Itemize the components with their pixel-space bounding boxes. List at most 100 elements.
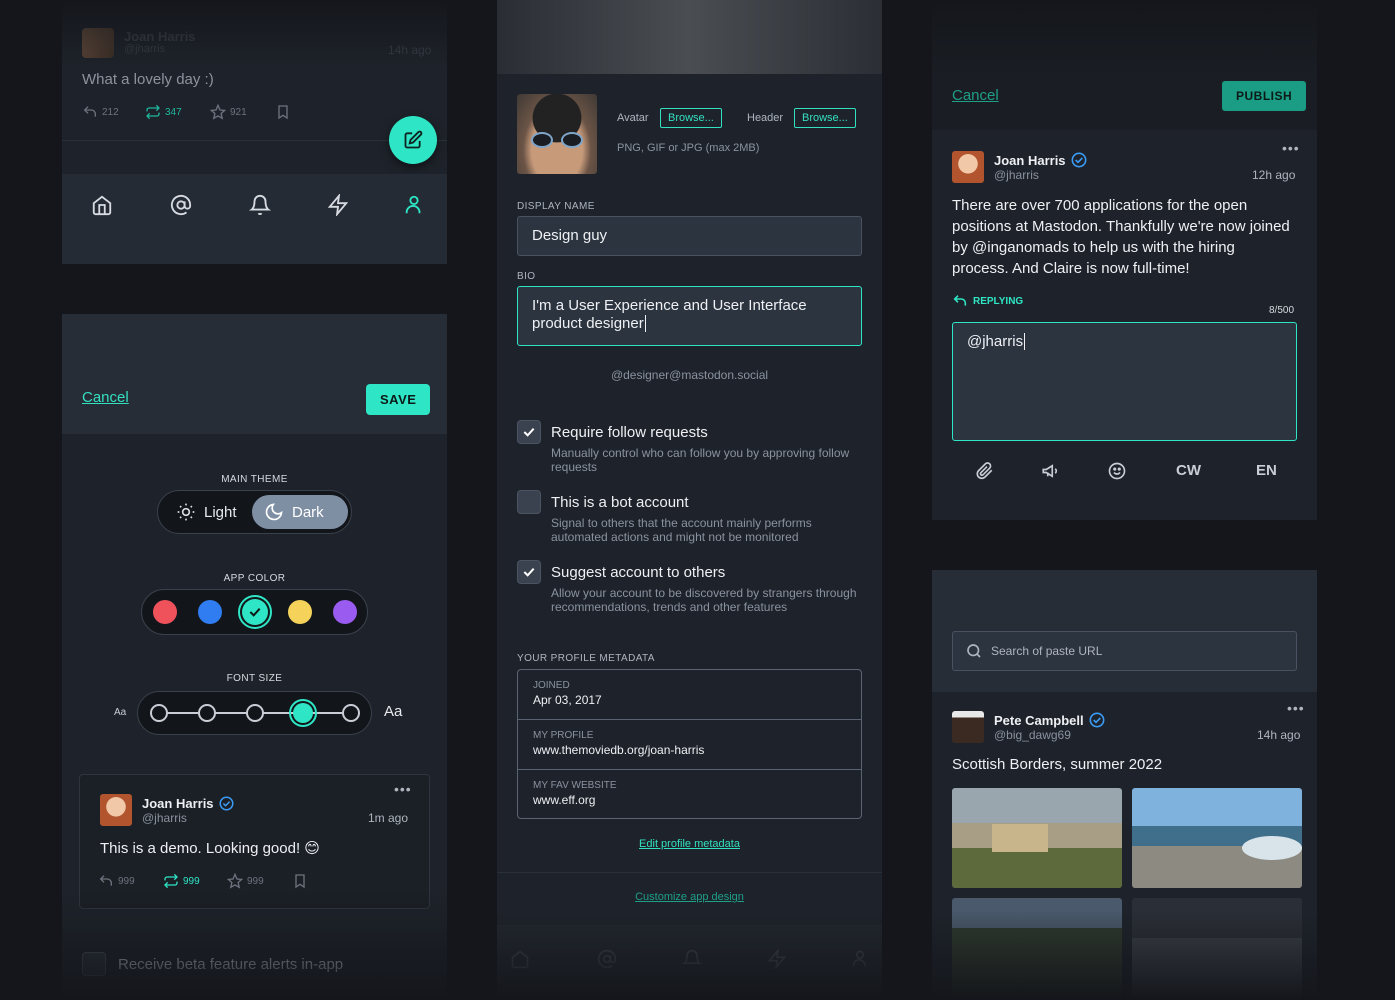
more-icon[interactable]: ••• bbox=[1282, 140, 1300, 156]
language-button[interactable]: EN bbox=[1256, 462, 1277, 479]
replying-label: REPLYING bbox=[973, 295, 1024, 307]
more-icon[interactable]: ••• bbox=[1287, 700, 1305, 716]
beta-alerts-checkbox[interactable] bbox=[82, 952, 106, 976]
emoji-icon[interactable] bbox=[1108, 462, 1126, 480]
beta-alerts-label: Receive beta feature alerts in-app bbox=[118, 955, 344, 973]
save-button[interactable]: SAVE bbox=[366, 384, 431, 415]
profile-icon[interactable] bbox=[403, 194, 425, 216]
mention-icon[interactable] bbox=[597, 949, 617, 969]
app-color-label: APP COLOR bbox=[223, 573, 286, 584]
reply-textarea[interactable]: @jharris bbox=[952, 322, 1297, 441]
metadata-row[interactable]: MY FAV WEBSITE www.eff.org bbox=[518, 770, 861, 818]
compose-icon bbox=[404, 130, 423, 149]
profile-icon[interactable] bbox=[850, 949, 870, 969]
verified-icon bbox=[219, 796, 234, 811]
account-handle: @designer@mastodon.social bbox=[610, 368, 769, 382]
avatar-image[interactable] bbox=[517, 94, 597, 174]
post-text: Scottish Borders, summer 2022 bbox=[952, 756, 1163, 773]
post-text: What a lovely day :) bbox=[82, 71, 214, 88]
font-step-3[interactable] bbox=[246, 704, 264, 722]
reply-button[interactable]: 999 bbox=[98, 873, 135, 889]
reply-button[interactable]: 212 bbox=[82, 104, 119, 120]
bookmark-icon[interactable] bbox=[292, 873, 308, 889]
star-icon bbox=[227, 873, 243, 889]
compose-button[interactable] bbox=[389, 116, 437, 164]
color-swatch-blue[interactable] bbox=[198, 600, 222, 624]
home-icon[interactable] bbox=[510, 949, 530, 969]
header-browse-button[interactable]: Browse... bbox=[794, 108, 856, 128]
bell-icon[interactable] bbox=[682, 949, 702, 969]
avatar[interactable] bbox=[100, 794, 132, 826]
customize-app-link[interactable]: Customize app design bbox=[497, 891, 882, 903]
author-handle: @jharris bbox=[994, 168, 1039, 182]
media-thumbnail[interactable] bbox=[952, 898, 1122, 998]
avatar-browse-button[interactable]: Browse... bbox=[660, 108, 722, 128]
metadata-row[interactable]: JOINED Apr 03, 2017 bbox=[518, 670, 861, 720]
bell-icon[interactable] bbox=[249, 194, 271, 216]
metadata-label: YOUR PROFILE METADATA bbox=[517, 653, 655, 664]
mention-icon[interactable] bbox=[170, 194, 192, 216]
reply-count: 212 bbox=[102, 106, 119, 118]
author-name: Joan Harris bbox=[124, 29, 196, 44]
favourite-button[interactable]: 921 bbox=[210, 104, 247, 120]
boost-button[interactable]: 347 bbox=[145, 104, 182, 120]
avatar[interactable] bbox=[82, 28, 114, 58]
post-time: 1m ago bbox=[368, 811, 409, 825]
theme-toggle[interactable]: Light Dark bbox=[157, 490, 352, 534]
more-icon[interactable]: ••• bbox=[394, 781, 412, 797]
theme-dark-option[interactable]: Dark bbox=[252, 495, 348, 529]
search-input[interactable]: Search of paste URL bbox=[952, 631, 1297, 671]
option-desc: Manually control who can follow you by a… bbox=[551, 446, 850, 474]
color-swatch-purple[interactable] bbox=[333, 600, 357, 624]
metadata-row[interactable]: MY PROFILE www.themoviedb.org/joan-harri… bbox=[518, 720, 861, 770]
font-step-1[interactable] bbox=[150, 704, 168, 722]
home-icon[interactable] bbox=[91, 194, 113, 216]
edit-metadata-link[interactable]: Edit profile metadata bbox=[497, 838, 882, 850]
font-step-4[interactable] bbox=[289, 699, 317, 727]
preview-post: Joan Harris @jharris ••• 1m ago This is … bbox=[79, 774, 430, 909]
font-step-5[interactable] bbox=[342, 704, 360, 722]
cancel-button[interactable]: Cancel bbox=[952, 87, 999, 104]
font-small-label: Aa bbox=[114, 707, 127, 718]
content-warning-button[interactable]: CW bbox=[1176, 462, 1201, 479]
boost-button[interactable]: 999 bbox=[163, 873, 200, 889]
publish-button[interactable]: PUBLISH bbox=[1222, 81, 1307, 111]
beta-alerts-option[interactable]: Receive beta feature alerts in-app bbox=[82, 952, 343, 976]
display-name-field[interactable]: Design guy bbox=[517, 216, 862, 256]
author-handle: @jharris bbox=[124, 43, 166, 55]
avatar[interactable] bbox=[952, 151, 984, 183]
bio-field[interactable]: I'm a User Experience and User Interface… bbox=[517, 286, 862, 346]
media-thumbnail[interactable] bbox=[1132, 788, 1302, 888]
bottom-nav bbox=[497, 925, 882, 1000]
media-thumbnail[interactable] bbox=[1132, 898, 1302, 998]
suggest-account-checkbox[interactable] bbox=[517, 560, 541, 584]
attach-icon[interactable] bbox=[976, 462, 994, 480]
post-time: 14h ago bbox=[388, 43, 432, 57]
font-step-2[interactable] bbox=[198, 704, 216, 722]
lightning-icon[interactable] bbox=[767, 949, 787, 969]
header-label: Header bbox=[747, 112, 784, 124]
bookmark-icon[interactable] bbox=[275, 104, 291, 120]
color-swatch-yellow[interactable] bbox=[288, 600, 312, 624]
avatar-label: Avatar bbox=[617, 112, 649, 124]
color-swatch-teal[interactable] bbox=[238, 595, 272, 629]
cancel-button[interactable]: Cancel bbox=[82, 389, 129, 406]
display-name-label: DISPLAY NAME bbox=[517, 201, 595, 212]
feed-panel: Joan Harris @jharris 14h ago What a love… bbox=[62, 0, 447, 264]
search-placeholder: Search of paste URL bbox=[991, 644, 1103, 658]
require-follow-checkbox[interactable] bbox=[517, 420, 541, 444]
option-title: This is a bot account bbox=[551, 494, 689, 511]
check-icon bbox=[523, 567, 535, 577]
check-icon bbox=[249, 607, 261, 617]
poll-icon[interactable] bbox=[1041, 462, 1059, 480]
avatar[interactable] bbox=[952, 711, 984, 743]
divider bbox=[497, 872, 882, 873]
color-swatch-red[interactable] bbox=[153, 600, 177, 624]
theme-light-option[interactable]: Light bbox=[161, 494, 251, 530]
theme-light-label: Light bbox=[204, 503, 237, 521]
font-size-slider[interactable] bbox=[137, 691, 372, 735]
media-thumbnail[interactable] bbox=[952, 788, 1122, 888]
lightning-icon[interactable] bbox=[327, 194, 349, 216]
favourite-button[interactable]: 999 bbox=[227, 873, 264, 889]
bot-account-checkbox[interactable] bbox=[517, 490, 541, 514]
